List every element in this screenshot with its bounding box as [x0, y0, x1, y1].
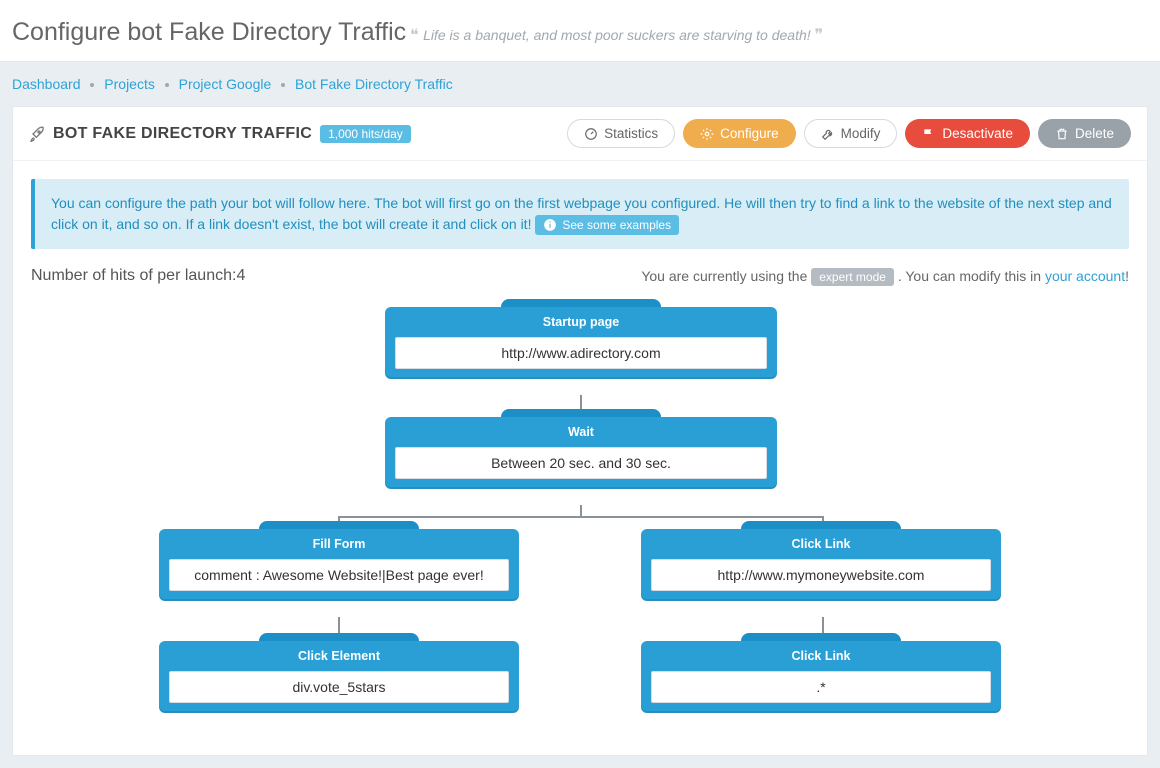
node-click-element[interactable]: Click Element div.vote_5stars: [159, 641, 519, 713]
see-examples-button[interactable]: See some examples: [535, 215, 679, 235]
flag-icon: [922, 127, 936, 141]
node-startup-value[interactable]: http://www.adirectory.com: [395, 337, 767, 369]
node-tab: [501, 299, 661, 307]
deactivate-button[interactable]: Desactivate: [905, 119, 1030, 148]
dashboard-icon: [584, 127, 598, 141]
node-click-link-2[interactable]: Click Link .*: [641, 641, 1001, 713]
delete-button[interactable]: Delete: [1038, 119, 1131, 148]
node-clickel-title: Click Element: [169, 645, 509, 671]
hits-value: 4: [236, 267, 245, 284]
statistics-label: Statistics: [604, 126, 658, 141]
breadcrumb-sep: [281, 83, 285, 87]
breadcrumb-sep: [90, 83, 94, 87]
node-wait-value[interactable]: Between 20 sec. and 30 sec.: [395, 447, 767, 479]
page-title-bar: Configure bot Fake Directory Traffic ❝ L…: [0, 0, 1160, 62]
rate-badge: 1,000 hits/day: [320, 125, 411, 143]
configure-panel: BOT FAKE DIRECTORY TRAFFIC 1,000 hits/da…: [12, 106, 1148, 756]
node-tab: [741, 633, 901, 641]
node-startup-title: Startup page: [395, 311, 767, 337]
trash-icon: [1055, 127, 1069, 141]
breadcrumb-project-google[interactable]: Project Google: [179, 76, 272, 92]
node-clicklink1-value[interactable]: http://www.mymoneywebsite.com: [651, 559, 991, 591]
panel-name: BOT FAKE DIRECTORY TRAFFIC: [53, 125, 312, 143]
mode-prefix: You are currently using the: [641, 268, 811, 284]
panel-actions: Statistics Configure Modify Desactivate …: [567, 119, 1131, 148]
node-clickel-value[interactable]: div.vote_5stars: [169, 671, 509, 703]
node-fillform-title: Fill Form: [169, 533, 509, 559]
quote-left-icon: ❝: [410, 27, 423, 44]
rocket-icon: [29, 126, 45, 142]
statistics-button[interactable]: Statistics: [567, 119, 675, 148]
node-startup[interactable]: Startup page http://www.adirectory.com: [385, 307, 777, 379]
mode-exclaim: !: [1125, 268, 1129, 284]
breadcrumb-dashboard[interactable]: Dashboard: [12, 76, 81, 92]
hits-per-launch: Number of hits of per launch:4: [31, 267, 245, 285]
gear-icon: [700, 127, 714, 141]
mode-info: You are currently using the expert mode …: [641, 268, 1129, 284]
panel-body: You can configure the path your bot will…: [13, 161, 1147, 755]
mode-suffix: . You can modify this in: [898, 268, 1045, 284]
node-tab: [259, 521, 419, 529]
wrench-icon: [821, 127, 835, 141]
deactivate-label: Desactivate: [942, 126, 1013, 141]
modify-label: Modify: [841, 126, 881, 141]
node-clicklink1-title: Click Link: [651, 533, 991, 559]
mode-chip: expert mode: [811, 268, 894, 286]
node-wait-title: Wait: [395, 421, 767, 447]
panel-header: BOT FAKE DIRECTORY TRAFFIC 1,000 hits/da…: [13, 107, 1147, 161]
node-fill-form[interactable]: Fill Form comment : Awesome Website!|Bes…: [159, 529, 519, 601]
tagline: Life is a banquet, and most poor suckers…: [423, 27, 811, 43]
delete-label: Delete: [1075, 126, 1114, 141]
node-tab: [741, 521, 901, 529]
page-title: Configure bot Fake Directory Traffic: [12, 18, 406, 46]
node-clicklink2-title: Click Link: [651, 645, 991, 671]
breadcrumb-bot[interactable]: Bot Fake Directory Traffic: [295, 76, 453, 92]
meta-row: Number of hits of per launch:4 You are c…: [31, 267, 1129, 285]
info-box: You can configure the path your bot will…: [31, 179, 1129, 249]
configure-button[interactable]: Configure: [683, 119, 796, 148]
node-tab: [259, 633, 419, 641]
breadcrumb-projects[interactable]: Projects: [104, 76, 155, 92]
breadcrumb: Dashboard Projects Project Google Bot Fa…: [0, 62, 1160, 106]
modify-button[interactable]: Modify: [804, 119, 898, 148]
quote-right-icon: ❞: [815, 27, 824, 44]
configure-label: Configure: [720, 126, 779, 141]
node-fillform-value[interactable]: comment : Awesome Website!|Best page eve…: [169, 559, 509, 591]
see-examples-label: See some examples: [562, 216, 671, 234]
node-tab: [501, 409, 661, 417]
flow-connector: [338, 516, 824, 518]
hits-label: Number of hits of per launch:: [31, 267, 236, 284]
your-account-link[interactable]: your account: [1045, 268, 1125, 284]
flow-diagram: Startup page http://www.adirectory.com W…: [31, 297, 1129, 737]
info-icon: [543, 218, 557, 232]
breadcrumb-sep: [165, 83, 169, 87]
node-wait[interactable]: Wait Between 20 sec. and 30 sec.: [385, 417, 777, 489]
node-clicklink2-value[interactable]: .*: [651, 671, 991, 703]
node-click-link-1[interactable]: Click Link http://www.mymoneywebsite.com: [641, 529, 1001, 601]
